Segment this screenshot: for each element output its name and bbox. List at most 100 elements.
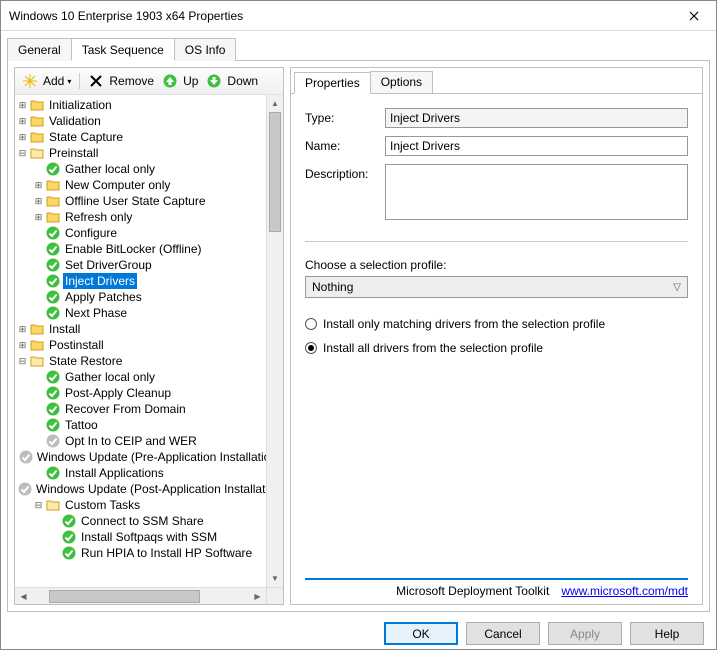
tab-task-sequence[interactable]: Task Sequence [71,38,175,61]
remove-button[interactable]: Remove [86,71,156,91]
check-icon [45,257,61,273]
tree-item-wu-post[interactable]: Windows Update (Post-Application Install… [17,481,283,497]
chevron-down-icon: ▽ [673,282,681,293]
footer: Microsoft Deployment Toolkit www.microso… [305,578,688,598]
collapse-icon[interactable]: ⊟ [17,356,28,367]
check-icon [45,305,61,321]
expand-icon[interactable]: ⊞ [33,196,44,207]
tree-item-label: Offline User State Capture [63,193,208,209]
close-button[interactable] [671,1,716,31]
expand-icon[interactable]: ⊞ [17,100,28,111]
up-button[interactable]: Up [160,71,200,91]
type-label: Type: [305,108,385,125]
tab-general[interactable]: General [7,38,72,61]
apply-button[interactable]: Apply [548,622,622,645]
tree-item-label: Custom Tasks [63,497,142,513]
tree-item-tattoo[interactable]: Tattoo [17,417,283,433]
radio-matching-drivers[interactable]: Install only matching drivers from the s… [305,317,688,331]
spacer [33,420,44,431]
scroll-right-icon[interactable]: ▶ [249,592,266,601]
collapse-icon[interactable]: ⊟ [17,148,28,159]
scroll-up-icon[interactable]: ▲ [267,95,283,112]
tree-item-state-restore[interactable]: ⊟State Restore [17,353,283,369]
spacer [33,276,44,287]
expand-icon[interactable]: ⊞ [17,340,28,351]
tree-item-sr-gather-local-only[interactable]: Gather local only [17,369,283,385]
vertical-scrollbar[interactable]: ▲ ▼ [266,95,283,587]
tab-properties[interactable]: Properties [294,72,371,94]
selection-profile-label: Choose a selection profile: [305,258,688,272]
tree-item-validation[interactable]: ⊞ Validation [17,113,283,129]
dialog-buttons: OK Cancel Apply Help [1,612,716,657]
tree-item-install-applications[interactable]: Install Applications [17,465,283,481]
check-icon [45,465,61,481]
tree-item-label: Validation [47,113,103,129]
collapse-icon[interactable]: ⊟ [33,500,44,511]
tree-item-recover-from-domain[interactable]: Recover From Domain [17,401,283,417]
expand-icon[interactable]: ⊞ [17,324,28,335]
scroll-left-icon[interactable]: ◀ [15,592,32,601]
selection-profile-dropdown[interactable]: Nothing ▽ [305,276,688,298]
hscroll-thumb[interactable] [49,590,200,603]
radio-all-drivers[interactable]: Install all drivers from the selection p… [305,341,688,355]
expand-icon[interactable]: ⊞ [17,116,28,127]
tree-item-run-hpia[interactable]: Run HPIA to Install HP Software [17,545,283,561]
tree-item-label: Inject Drivers [63,273,137,289]
tree-item-wu-pre[interactable]: Windows Update (Pre-Application Installa… [17,449,283,465]
tree-item-set-drivergroup[interactable]: Set DriverGroup [17,257,283,273]
tree-item-initialization[interactable]: ⊞Initialization [17,97,283,113]
tree-item-post-apply-cleanup[interactable]: Post-Apply Cleanup [17,385,283,401]
arrow-down-icon [206,73,222,89]
name-label: Name: [305,136,385,153]
name-field[interactable] [385,136,688,156]
tree-item-connect-ssm[interactable]: Connect to SSM Share [17,513,283,529]
tree-item-postinstall[interactable]: ⊞Postinstall [17,337,283,353]
tree-item-install-softpaqs[interactable]: Install Softpaqs with SSM [17,529,283,545]
tree-item-label: Gather local only [63,161,157,177]
tree-item-gather-local-only[interactable]: Gather local only [17,161,283,177]
spacer [33,228,44,239]
add-button[interactable]: Add ▾ [20,71,73,91]
tree-item-enable-bitlocker[interactable]: Enable BitLocker (Offline) [17,241,283,257]
tab-os-info[interactable]: OS Info [174,38,237,61]
tree-item-install[interactable]: ⊞Install [17,321,283,337]
tree-item-apply-patches[interactable]: Apply Patches [17,289,283,305]
folder-icon [29,129,45,145]
tree-item-state-capture[interactable]: ⊞State Capture [17,129,283,145]
cancel-button[interactable]: Cancel [466,622,540,645]
check-icon [45,289,61,305]
tree-item-refresh-only[interactable]: ⊞Refresh only [17,209,283,225]
help-button[interactable]: Help [630,622,704,645]
expand-icon[interactable]: ⊞ [33,212,44,223]
spacer [33,164,44,175]
tree-item-label: Tattoo [63,417,100,433]
scroll-down-icon[interactable]: ▼ [267,570,283,587]
horizontal-scrollbar[interactable]: ◀ ▶ [15,587,266,604]
tree-item-configure[interactable]: Configure [17,225,283,241]
spacer [33,308,44,319]
tree-item-next-phase[interactable]: Next Phase [17,305,283,321]
x-icon [88,73,104,89]
tree-item-inject-drivers[interactable]: Inject Drivers [17,273,283,289]
tree-item-label: Configure [63,225,119,241]
product-link[interactable]: www.microsoft.com/mdt [561,584,688,598]
tree-item-offline-user-state-capture[interactable]: ⊞ Offline User State Capture [17,193,283,209]
tree-view[interactable]: ⊞Initialization⊞Validation⊞State Capture… [15,95,283,604]
scroll-thumb[interactable] [269,112,281,232]
tree-item-preinstall[interactable]: ⊟Preinstall [17,145,283,161]
tab-options[interactable]: Options [370,71,433,93]
down-button[interactable]: Down [204,71,260,91]
tree-item-opt-in-ceip[interactable]: Opt In to CEIP and WER [17,433,283,449]
tree-item-label: Run HPIA to Install HP Software [79,545,254,561]
expand-icon[interactable]: ⊞ [33,180,44,191]
tree-item-custom-tasks[interactable]: ⊟ Custom Tasks [17,497,283,513]
ok-button[interactable]: OK [384,622,458,645]
tree-item-label: Enable BitLocker (Offline) [63,241,204,257]
check-icon [61,545,77,561]
spacer [33,404,44,415]
description-field[interactable] [385,164,688,220]
expand-icon[interactable]: ⊞ [17,132,28,143]
toolbar: Add ▾ Remove Up [15,68,283,95]
check-icon [19,449,33,465]
tree-item-new-computer-only[interactable]: ⊞New Computer only [17,177,283,193]
